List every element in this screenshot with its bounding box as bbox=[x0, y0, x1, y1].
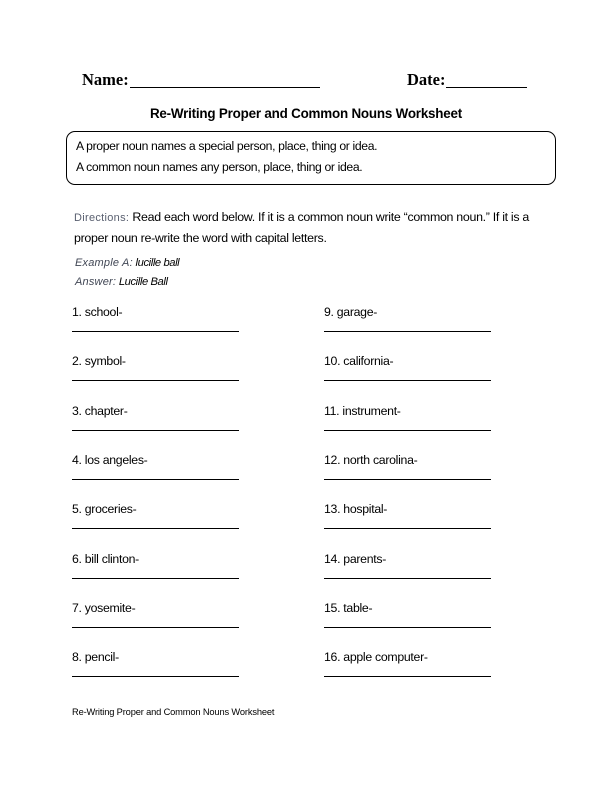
answer-line[interactable] bbox=[324, 528, 491, 530]
worksheet-item: 14. parents- bbox=[324, 552, 524, 601]
item-prompt: 13. hospital- bbox=[324, 502, 388, 517]
answer-line[interactable] bbox=[72, 626, 239, 628]
item-prompt: 7. yosemite- bbox=[72, 600, 136, 615]
answer-line[interactable] bbox=[72, 429, 239, 431]
item-prompt: 14. parents- bbox=[324, 551, 387, 566]
answer-line[interactable] bbox=[72, 577, 239, 579]
worksheet-item: 2. symbol- bbox=[72, 354, 272, 403]
answer-value: Lucille Ball bbox=[116, 276, 168, 288]
proper-noun-definition: A proper noun names a special person, pl… bbox=[76, 139, 378, 153]
example-row: Example A: lucille ball bbox=[75, 257, 180, 269]
item-prompt: 11. instrument- bbox=[324, 403, 401, 418]
name-field[interactable] bbox=[130, 87, 320, 88]
directions-text: Read each word below. If it is a common … bbox=[74, 210, 530, 245]
item-prompt: 6. bill clinton- bbox=[72, 551, 139, 566]
worksheet-item: 10. california- bbox=[324, 354, 524, 403]
worksheet-item: 5. groceries- bbox=[72, 502, 272, 551]
worksheet-item: 6. bill clinton- bbox=[72, 552, 272, 601]
directions-label: Directions: bbox=[74, 212, 130, 224]
answer-line[interactable] bbox=[72, 380, 239, 382]
item-prompt: 3. chapter- bbox=[72, 403, 128, 418]
item-prompt: 2. symbol- bbox=[72, 354, 126, 369]
worksheet-item: 1. school- bbox=[72, 305, 272, 354]
answer-line[interactable] bbox=[324, 676, 491, 678]
answer-line[interactable] bbox=[324, 478, 491, 480]
footer-title: Re-Writing Proper and Common Nouns Works… bbox=[72, 707, 275, 717]
example-label: Example A: bbox=[75, 257, 133, 269]
item-prompt: 15. table- bbox=[324, 600, 373, 615]
item-prompt: 12. north carolina- bbox=[324, 452, 418, 467]
answer-line[interactable] bbox=[324, 380, 491, 382]
worksheet-item: 8. pencil- bbox=[72, 650, 272, 699]
answer-line[interactable] bbox=[72, 478, 239, 480]
answer-line[interactable] bbox=[324, 331, 491, 332]
answer-line[interactable] bbox=[324, 429, 491, 431]
date-field[interactable] bbox=[446, 87, 527, 88]
worksheet-item: 16. apple computer- bbox=[324, 650, 524, 699]
directions: Directions: Read each word below. If it … bbox=[74, 207, 534, 248]
answer-line[interactable] bbox=[72, 676, 239, 678]
item-prompt: 10. california- bbox=[324, 354, 394, 369]
worksheet-item: 7. yosemite- bbox=[72, 601, 272, 650]
item-prompt: 9. garage- bbox=[324, 305, 378, 319]
worksheet-title: Re-Writing Proper and Common Nouns Works… bbox=[149, 106, 463, 121]
answer-line[interactable] bbox=[72, 528, 239, 530]
worksheet-item: 11. instrument- bbox=[324, 404, 524, 453]
example-value: lucille ball bbox=[132, 257, 180, 269]
worksheet-item: 3. chapter- bbox=[72, 404, 272, 453]
item-prompt: 4. los angeles- bbox=[72, 452, 148, 467]
common-noun-definition: A common noun names any person, place, t… bbox=[76, 160, 363, 174]
item-prompt: 1. school- bbox=[72, 305, 123, 319]
answer-line[interactable] bbox=[72, 331, 239, 332]
worksheet-item: 13. hospital- bbox=[324, 502, 524, 551]
worksheet-item: 4. los angeles- bbox=[72, 453, 272, 502]
worksheet-item: 9. garage- bbox=[324, 305, 524, 354]
worksheet-item: 15. table- bbox=[324, 601, 524, 650]
item-prompt: 8. pencil- bbox=[72, 650, 119, 665]
item-prompt: 5. groceries- bbox=[72, 502, 137, 517]
example-answer-row: Answer: Lucille Ball bbox=[75, 276, 168, 288]
worksheet-item: 12. north carolina- bbox=[324, 453, 524, 502]
answer-line[interactable] bbox=[324, 577, 491, 579]
answer-label: Answer: bbox=[75, 276, 117, 288]
date-label: Date: bbox=[407, 70, 446, 89]
item-prompt: 16. apple computer- bbox=[324, 650, 428, 665]
answer-line[interactable] bbox=[324, 626, 491, 628]
name-label: Name: bbox=[82, 70, 129, 89]
